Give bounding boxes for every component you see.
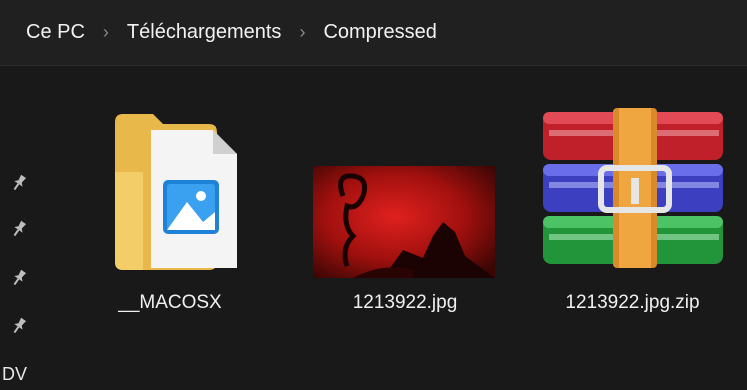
breadcrumb-downloads[interactable]: Téléchargements [121, 17, 288, 48]
nav-item-truncated[interactable]: DV [2, 364, 27, 385]
winrar-archive-icon [543, 108, 723, 268]
pin-icon[interactable] [8, 172, 30, 194]
file-name: __MACOSX [118, 292, 222, 313]
file-name: 1213922.jpg.zip [565, 292, 700, 313]
address-bar[interactable]: Ce PC › Téléchargements › Compressed [0, 0, 747, 66]
breadcrumb-this-pc[interactable]: Ce PC [20, 17, 91, 48]
pin-icon[interactable] [8, 267, 30, 289]
file-item-macosx[interactable]: __MACOSX [95, 90, 245, 330]
image-thumbnail [313, 166, 495, 278]
navigation-pane [0, 67, 40, 390]
file-item-zip[interactable]: 1213922.jpg.zip [535, 90, 730, 330]
folder-with-image-icon [115, 114, 237, 270]
pin-icon[interactable] [8, 315, 30, 337]
chevron-right-icon[interactable]: › [103, 22, 109, 43]
pin-icon[interactable] [8, 218, 30, 240]
file-item-jpg[interactable]: 1213922.jpg [300, 90, 510, 330]
breadcrumb-compressed[interactable]: Compressed [317, 17, 442, 48]
file-name: 1213922.jpg [352, 292, 458, 313]
chevron-right-icon[interactable]: › [299, 22, 305, 43]
